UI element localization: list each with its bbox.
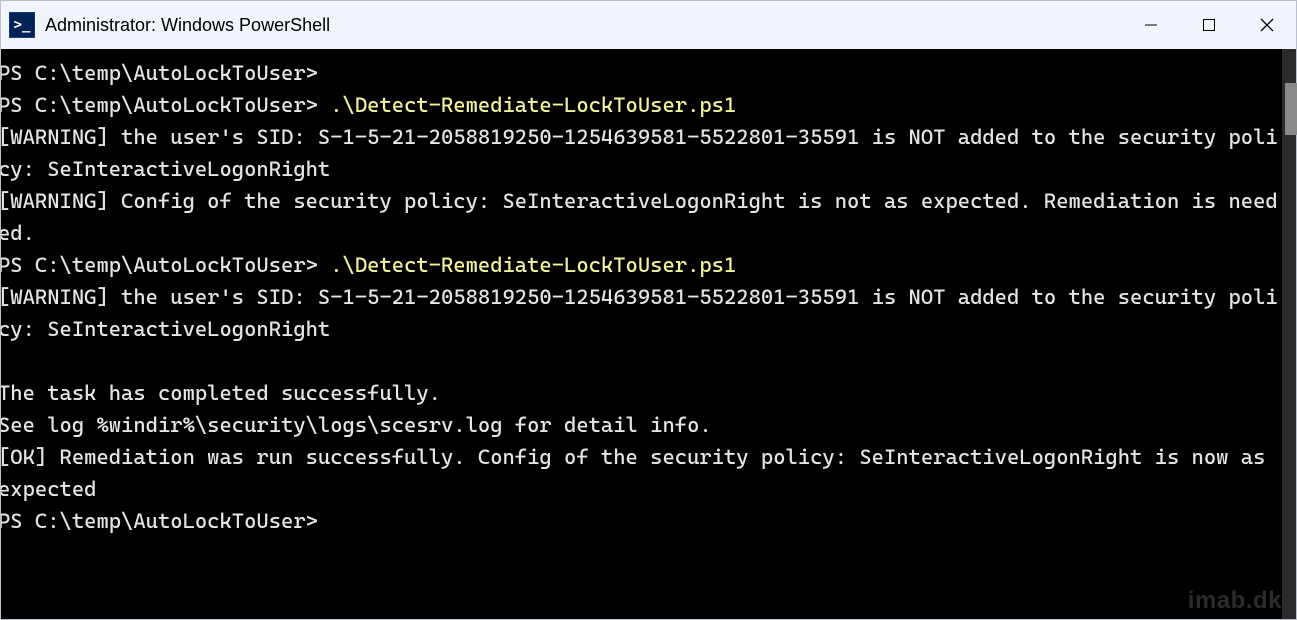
command-text: .\Detect-Remediate-LockToUser.ps1 bbox=[330, 253, 736, 277]
powershell-window: >_ Administrator: Windows PowerShell PS … bbox=[0, 0, 1297, 620]
minimize-button[interactable] bbox=[1122, 1, 1180, 49]
terminal-output[interactable]: PS C:\temp\AutoLockToUser> PS C:\temp\Aut… bbox=[1, 49, 1282, 619]
output-line: [WARNING] the user's SID: S-1-5-21-20588… bbox=[1, 121, 1278, 185]
output-line: See log %windir%\security\logs\scesrv.lo… bbox=[1, 409, 1278, 441]
powershell-icon: >_ bbox=[9, 12, 35, 38]
scrollbar-thumb[interactable] bbox=[1285, 83, 1297, 135]
maximize-icon bbox=[1202, 18, 1216, 32]
output-line: [WARNING] Config of the security policy:… bbox=[1, 185, 1278, 249]
prompt: PS C:\temp\AutoLockToUser> bbox=[1, 93, 318, 117]
prompt: PS C:\temp\AutoLockToUser> bbox=[1, 61, 318, 85]
maximize-button[interactable] bbox=[1180, 1, 1238, 49]
output-line: [OK] Remediation was run successfully. C… bbox=[1, 441, 1278, 505]
output-line bbox=[1, 345, 1278, 377]
titlebar[interactable]: >_ Administrator: Windows PowerShell bbox=[1, 1, 1296, 49]
minimize-icon bbox=[1144, 18, 1158, 32]
terminal-area: PS C:\temp\AutoLockToUser> PS C:\temp\Aut… bbox=[1, 49, 1296, 619]
window-title: Administrator: Windows PowerShell bbox=[45, 15, 330, 36]
close-button[interactable] bbox=[1238, 1, 1296, 49]
close-icon bbox=[1260, 18, 1274, 32]
prompt: PS C:\temp\AutoLockToUser> bbox=[1, 253, 318, 277]
command-text: .\Detect-Remediate-LockToUser.ps1 bbox=[330, 93, 736, 117]
output-line: [WARNING] the user's SID: S-1-5-21-20588… bbox=[1, 281, 1278, 345]
powershell-icon-glyph: >_ bbox=[14, 17, 31, 33]
prompt: PS C:\temp\AutoLockToUser> bbox=[1, 509, 318, 533]
output-line: The task has completed successfully. bbox=[1, 377, 1278, 409]
vertical-scrollbar[interactable] bbox=[1282, 49, 1296, 619]
